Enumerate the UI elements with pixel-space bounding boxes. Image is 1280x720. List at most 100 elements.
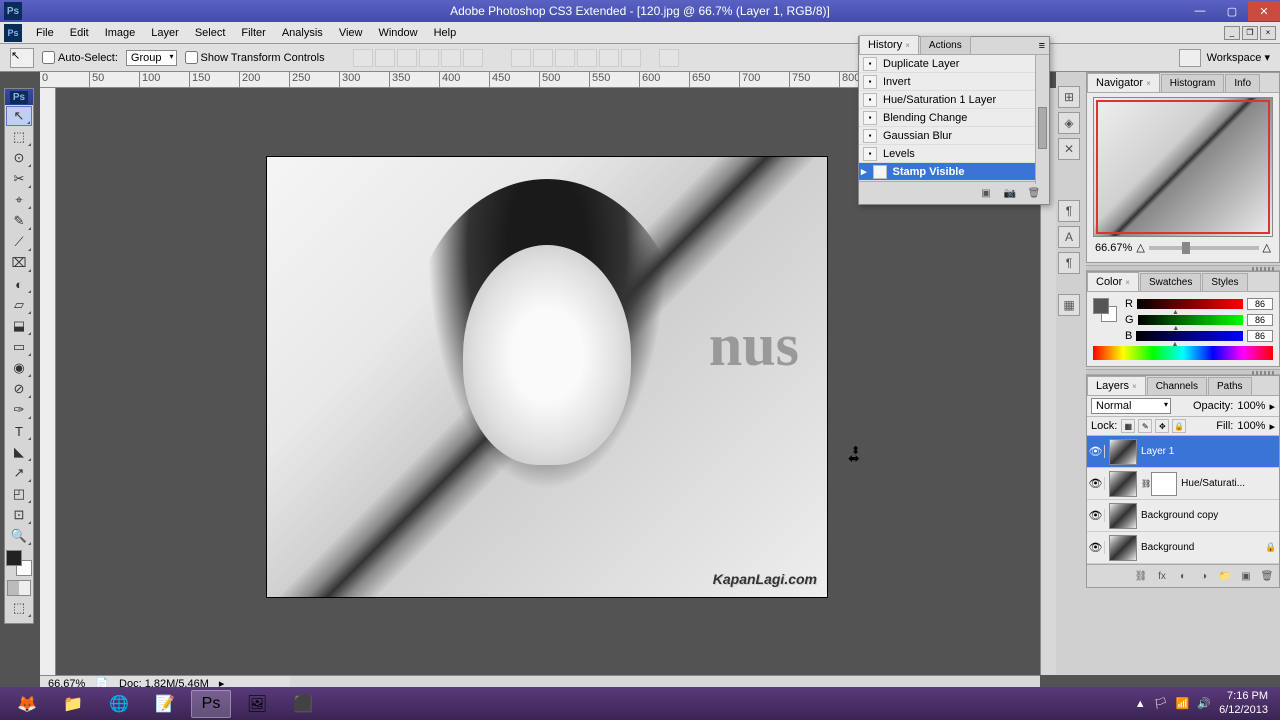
layer-row[interactable]: 👁Background🔒 [1087, 532, 1279, 564]
tray-flag-icon[interactable]: ▲ [1135, 698, 1146, 710]
workspace-dropdown[interactable]: Workspace ▾ [1207, 51, 1270, 64]
layer-thumbnail[interactable] [1109, 471, 1137, 497]
tool-button[interactable]: ✂ [6, 169, 32, 189]
tray-action-icon[interactable]: 🏳 [1154, 697, 1168, 710]
lock-position-icon[interactable]: ✥ [1155, 419, 1169, 433]
color-spectrum[interactable] [1093, 346, 1273, 360]
taskbar-app[interactable]: Ps [191, 690, 231, 718]
distribute-icon[interactable] [533, 49, 553, 67]
document-canvas[interactable]: nus KapanLagi.com [266, 156, 828, 598]
taskbar-app[interactable]: 🖼 [237, 690, 277, 718]
menu-layer[interactable]: Layer [143, 25, 187, 41]
align-icon[interactable] [463, 49, 483, 67]
panel-resize-handle[interactable] [1086, 369, 1280, 375]
delete-layer-icon[interactable]: 🗑 [1258, 568, 1276, 584]
menu-select[interactable]: Select [187, 25, 234, 41]
fill-value[interactable]: 100% [1237, 420, 1265, 432]
menu-file[interactable]: File [28, 25, 62, 41]
strip-icon[interactable]: ¶ [1058, 252, 1080, 274]
distribute-icon[interactable] [599, 49, 619, 67]
tool-button[interactable]: ▭ [6, 337, 32, 357]
tab-layers[interactable]: Layers× [1087, 376, 1146, 395]
align-icon[interactable] [397, 49, 417, 67]
align-icon[interactable] [375, 49, 395, 67]
taskbar-app[interactable]: 📝 [145, 690, 185, 718]
menu-image[interactable]: Image [97, 25, 144, 41]
auto-select-checkbox[interactable]: Auto-Select: [42, 51, 118, 64]
windows-taskbar[interactable]: 🦊📁🌐📝Ps🖼⬛ ▲ 🏳 📶 🔊 7:16 PM 6/12/2013 [0, 687, 1280, 720]
zoom-out-icon[interactable]: △ [1136, 241, 1144, 254]
menu-help[interactable]: Help [426, 25, 465, 41]
screen-mode-button[interactable]: ⬚ [6, 598, 32, 618]
tool-button[interactable]: ⬚ [6, 127, 32, 147]
color-swatch-selector[interactable] [1093, 298, 1117, 322]
layer-style-icon[interactable]: fx [1153, 568, 1171, 584]
layer-row[interactable]: 👁Layer 1 [1087, 436, 1279, 468]
r-value[interactable]: 86 [1247, 298, 1273, 310]
taskbar-app[interactable]: 🌐 [99, 690, 139, 718]
quick-mask-toggle[interactable] [7, 580, 31, 596]
distribute-icon[interactable] [511, 49, 531, 67]
layer-thumbnail[interactable] [1109, 439, 1137, 465]
menu-window[interactable]: Window [370, 25, 425, 41]
tool-button[interactable]: ⌖ [6, 190, 32, 210]
tool-button[interactable]: ✑ [6, 400, 32, 420]
blend-mode-dropdown[interactable]: Normal [1091, 398, 1171, 414]
tab-styles[interactable]: Styles [1202, 273, 1247, 291]
lock-pixels-icon[interactable]: ✎ [1138, 419, 1152, 433]
align-icon[interactable] [441, 49, 461, 67]
layer-mask-thumbnail[interactable] [1151, 472, 1177, 496]
tray-network-icon[interactable]: 📶 [1176, 697, 1190, 710]
tab-paths[interactable]: Paths [1208, 377, 1252, 395]
maximize-button[interactable]: ▢ [1216, 1, 1248, 21]
distribute-icon[interactable] [555, 49, 575, 67]
r-slider[interactable] [1137, 299, 1243, 309]
clock-date[interactable]: 6/12/2013 [1219, 704, 1268, 717]
menu-analysis[interactable]: Analysis [274, 25, 331, 41]
strip-icon[interactable]: ¶ [1058, 200, 1080, 222]
new-layer-icon[interactable]: ▣ [1237, 568, 1255, 584]
auto-align-icon[interactable] [659, 49, 679, 67]
tool-button[interactable]: 🔍 [6, 526, 32, 546]
menu-view[interactable]: View [331, 25, 371, 41]
visibility-icon[interactable]: 👁 [1087, 509, 1105, 522]
navigator-thumbnail[interactable] [1093, 97, 1273, 237]
layer-mask-icon[interactable]: ◐ [1174, 568, 1192, 584]
tool-button[interactable]: ▱ [6, 295, 32, 315]
align-icon[interactable] [419, 49, 439, 67]
strip-icon[interactable]: ◈ [1058, 112, 1080, 134]
current-tool-indicator[interactable]: ↖ [10, 48, 34, 68]
vertical-ruler[interactable] [40, 88, 56, 675]
system-tray[interactable]: ▲ 🏳 📶 🔊 7:16 PM 6/12/2013 [1135, 690, 1276, 716]
tool-button[interactable]: ◰ [6, 484, 32, 504]
strip-icon[interactable]: ⊞ [1058, 86, 1080, 108]
menu-edit[interactable]: Edit [62, 25, 97, 41]
tool-button[interactable]: T [6, 421, 32, 441]
taskbar-app[interactable]: ⬛ [283, 690, 323, 718]
zoom-slider[interactable] [1149, 246, 1259, 250]
tool-button[interactable]: ◐ [6, 274, 32, 294]
panel-menu-icon[interactable]: ≡ [1035, 38, 1049, 54]
tab-channels[interactable]: Channels [1147, 377, 1207, 395]
visibility-icon[interactable]: 👁 [1087, 477, 1105, 490]
history-item[interactable]: ▪Invert [859, 73, 1049, 91]
nav-zoom-value[interactable]: 66.67% [1095, 242, 1132, 254]
tray-volume-icon[interactable]: 🔊 [1197, 697, 1211, 710]
tool-button[interactable]: ↖ [6, 106, 32, 126]
taskbar-app[interactable]: 📁 [53, 690, 93, 718]
tab-actions[interactable]: Actions [920, 36, 971, 54]
history-item[interactable]: ▪Levels [859, 145, 1049, 163]
history-panel[interactable]: History× Actions ≡ ▪Duplicate Layer▪Inve… [858, 36, 1050, 205]
layer-thumbnail[interactable] [1109, 503, 1137, 529]
history-scrollbar[interactable] [1035, 55, 1049, 184]
clock-time[interactable]: 7:16 PM [1219, 690, 1268, 703]
tab-navigator[interactable]: Navigator× [1087, 73, 1160, 92]
link-layers-icon[interactable]: ⛓ [1132, 568, 1150, 584]
history-item[interactable]: ▸▪Stamp Visible [859, 163, 1049, 181]
tab-history[interactable]: History× [859, 35, 919, 54]
tab-histogram[interactable]: Histogram [1161, 74, 1225, 92]
strip-icon[interactable]: ✕ [1058, 138, 1080, 160]
toolbox-header[interactable]: Ps [5, 89, 33, 105]
close-button[interactable]: ✕ [1248, 1, 1280, 21]
zoom-in-icon[interactable]: △ [1263, 241, 1271, 254]
